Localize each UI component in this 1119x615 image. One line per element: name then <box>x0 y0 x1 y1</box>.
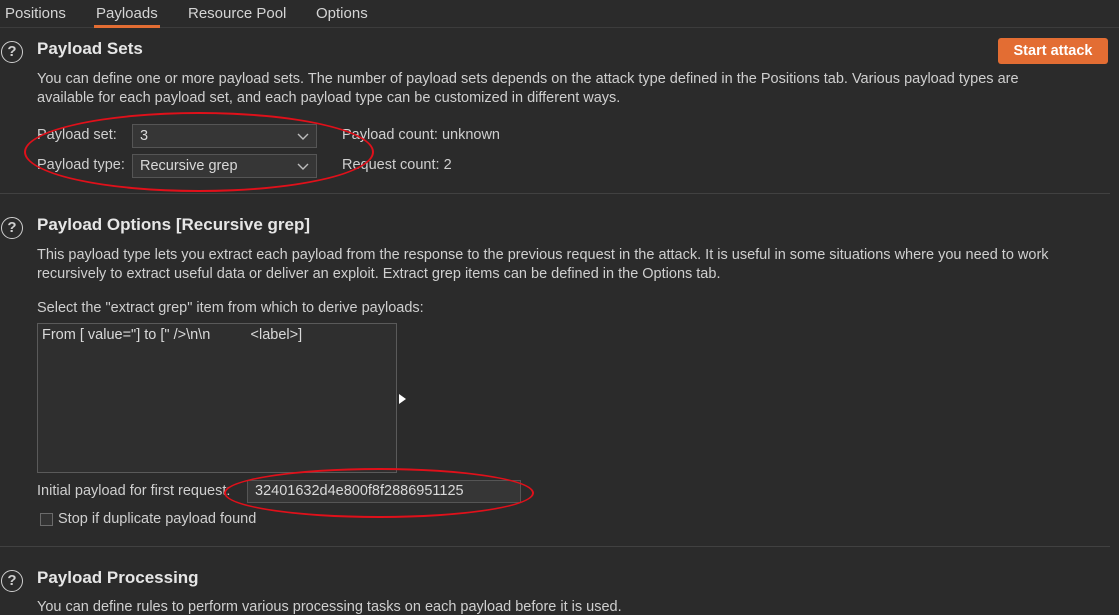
tab-resource-pool[interactable]: Resource Pool <box>186 0 288 27</box>
help-icon[interactable]: ? <box>1 570 23 592</box>
payload-sets-title: Payload Sets <box>37 39 143 58</box>
payload-type-value: Recursive grep <box>140 158 238 174</box>
section-divider <box>0 546 1110 547</box>
payload-processing-title: Payload Processing <box>37 568 199 587</box>
extract-grep-list[interactable]: From [ value="] to [" />\n\n <label>] <box>37 323 397 473</box>
payload-options-description-line2: recursively to extract useful data or de… <box>37 266 721 282</box>
payload-options-description-line1: This payload type lets you extract each … <box>37 247 1049 263</box>
payload-count: Payload count: unknown <box>342 127 500 143</box>
start-attack-button[interactable]: Start attack <box>998 38 1108 64</box>
payload-options-title: Payload Options [Recursive grep] <box>37 215 311 234</box>
extract-grep-label: Select the "extract grep" item from whic… <box>37 300 424 316</box>
tab-positions[interactable]: Positions <box>3 0 68 27</box>
section-divider <box>0 193 1110 194</box>
payload-type-select[interactable]: Recursive grep <box>132 154 317 178</box>
chevron-down-icon <box>297 163 309 170</box>
initial-payload-input[interactable]: 32401632d4e800f8f2886951125 <box>247 480 521 503</box>
payload-type-label: Payload type: <box>37 157 125 173</box>
chevron-down-icon <box>297 133 309 140</box>
payload-set-select[interactable]: 3 <box>132 124 317 148</box>
mouse-cursor-icon <box>399 394 406 404</box>
help-icon[interactable]: ? <box>1 41 23 63</box>
request-count: Request count: 2 <box>342 157 452 173</box>
payload-sets-description-line1: You can define one or more payload sets.… <box>37 71 1019 87</box>
list-item[interactable]: From [ value="] to [" />\n\n <label>] <box>42 327 302 343</box>
tab-payloads[interactable]: Payloads <box>94 0 160 28</box>
stop-duplicate-label: Stop if duplicate payload found <box>58 511 257 527</box>
payload-sets-description-line2: available for each payload set, and each… <box>37 90 621 106</box>
payload-set-value: 3 <box>140 128 149 144</box>
payload-processing-description: You can define rules to perform various … <box>37 599 622 615</box>
help-icon[interactable]: ? <box>1 217 23 239</box>
initial-payload-label: Initial payload for first request: <box>37 483 231 499</box>
tab-options[interactable]: Options <box>314 0 370 27</box>
tab-bar: Positions Payloads Resource Pool Options <box>0 0 1119 28</box>
payload-set-label: Payload set: <box>37 127 117 143</box>
stop-duplicate-checkbox[interactable] <box>40 513 53 526</box>
